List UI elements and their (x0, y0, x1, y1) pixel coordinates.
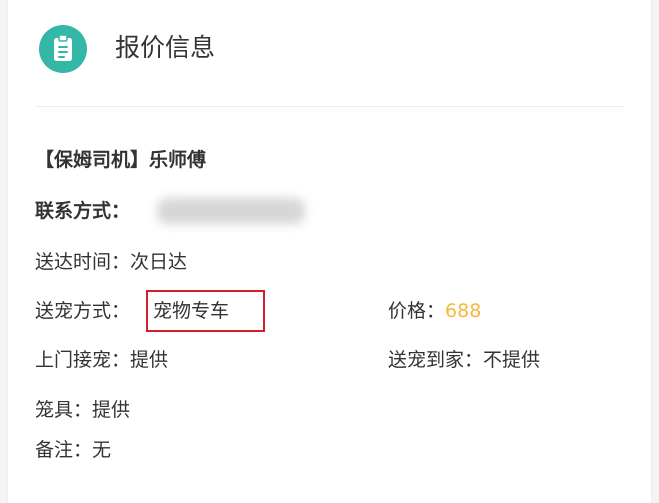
price-value: 688 (445, 300, 482, 322)
price-label: 价格： (388, 300, 446, 322)
clipboard-icon (39, 25, 87, 73)
price-row: 价格：688 (388, 297, 481, 325)
header-divider (35, 106, 625, 107)
pickup-value: 提供 (130, 349, 169, 371)
home-delivery-row: 送宠到家：不提供 (388, 346, 540, 374)
page-title: 报价信息 (115, 33, 216, 62)
delivery-time-label: 送达时间： (35, 251, 131, 273)
note-row: 备注：无 (35, 436, 111, 464)
delivery-method-value: 宠物专车 (153, 300, 230, 322)
delivery-method-label: 送宠方式： (35, 300, 131, 322)
cage-value: 提供 (92, 399, 131, 421)
pickup-row: 上门接宠：提供 (35, 346, 168, 374)
contact-label: 联系方式： (35, 200, 131, 222)
quote-card: 报价信息 【保姆司机】乐师傅 联系方式： 送达时间：次日达 送宠方式： 宠物专车… (8, 0, 651, 503)
delivery-time-row: 送达时间：次日达 (35, 248, 187, 276)
cage-row: 笼具：提供 (35, 396, 130, 424)
pickup-label: 上门接宠： (35, 349, 131, 371)
card-header: 报价信息 (8, 0, 651, 106)
contact-phone-redacted (157, 198, 305, 224)
cage-label: 笼具： (35, 399, 93, 421)
delivery-time-value: 次日达 (130, 251, 188, 273)
driver-name: 【保姆司机】乐师傅 (35, 149, 207, 171)
home-delivery-label: 送宠到家： (388, 349, 484, 371)
home-delivery-value: 不提供 (483, 349, 541, 371)
note-label: 备注： (35, 439, 93, 461)
note-value: 无 (92, 439, 112, 461)
